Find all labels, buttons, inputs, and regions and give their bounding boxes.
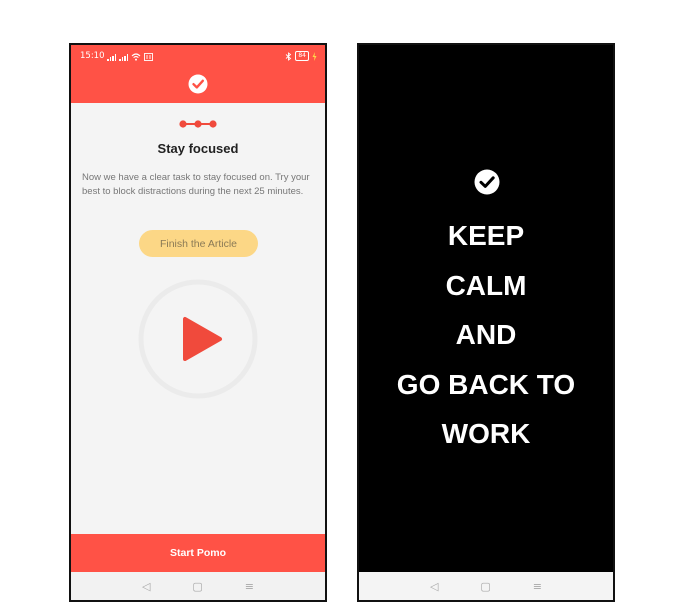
check-circle-icon (188, 74, 208, 94)
task-chip[interactable]: Finish the Article (139, 230, 258, 257)
nav-home-icon[interactable]: ▢ (480, 580, 490, 593)
message-line: KEEP (447, 220, 525, 251)
app-header: 15:10 84 (71, 45, 325, 103)
play-button[interactable] (138, 279, 258, 399)
nav-recents-icon[interactable]: ≡ (245, 580, 254, 593)
phone-screen-keep-calm: KEEP CALM AND GO BACK TO WORK ◁ ▢ ≡ (357, 43, 615, 602)
signal-wifi-icons (107, 53, 153, 61)
nav-back-icon[interactable]: ◁ (430, 580, 438, 593)
system-nav-bar: ◁ ▢ ≡ (71, 572, 325, 600)
status-bar: 15:10 84 (71, 51, 325, 65)
data-icon (144, 53, 153, 61)
check-circle-icon (474, 169, 500, 195)
signal-icon (119, 54, 128, 61)
bluetooth-icon (286, 51, 292, 61)
page-description: Now we have a clear task to stay focused… (82, 172, 310, 197)
start-pomo-button[interactable]: Start Pomo (71, 534, 325, 572)
signal-icon (107, 54, 116, 61)
progress-dots-icon (179, 120, 217, 128)
nav-back-icon[interactable]: ◁ (142, 580, 150, 593)
status-time: 15:10 (80, 51, 105, 61)
message-line: WORK (441, 418, 531, 449)
wifi-icon (131, 53, 141, 61)
battery-indicator: 84 (295, 51, 309, 61)
charging-icon (312, 51, 317, 61)
status-right-icons: 84 (285, 51, 317, 61)
message-line: AND (455, 319, 517, 350)
phone-screen-focus: 15:10 84 Stay focused Now we have a clea… (69, 43, 327, 602)
page-title: Stay focused (157, 141, 239, 156)
nav-home-icon[interactable]: ▢ (192, 580, 202, 593)
system-nav-bar: ◁ ▢ ≡ (359, 572, 613, 600)
keep-calm-message: KEEP CALM AND GO BACK TO WORK (359, 211, 613, 459)
message-line: GO BACK TO (396, 368, 576, 400)
message-line: CALM (445, 269, 527, 301)
nav-recents-icon[interactable]: ≡ (533, 580, 542, 593)
play-icon (183, 317, 222, 361)
